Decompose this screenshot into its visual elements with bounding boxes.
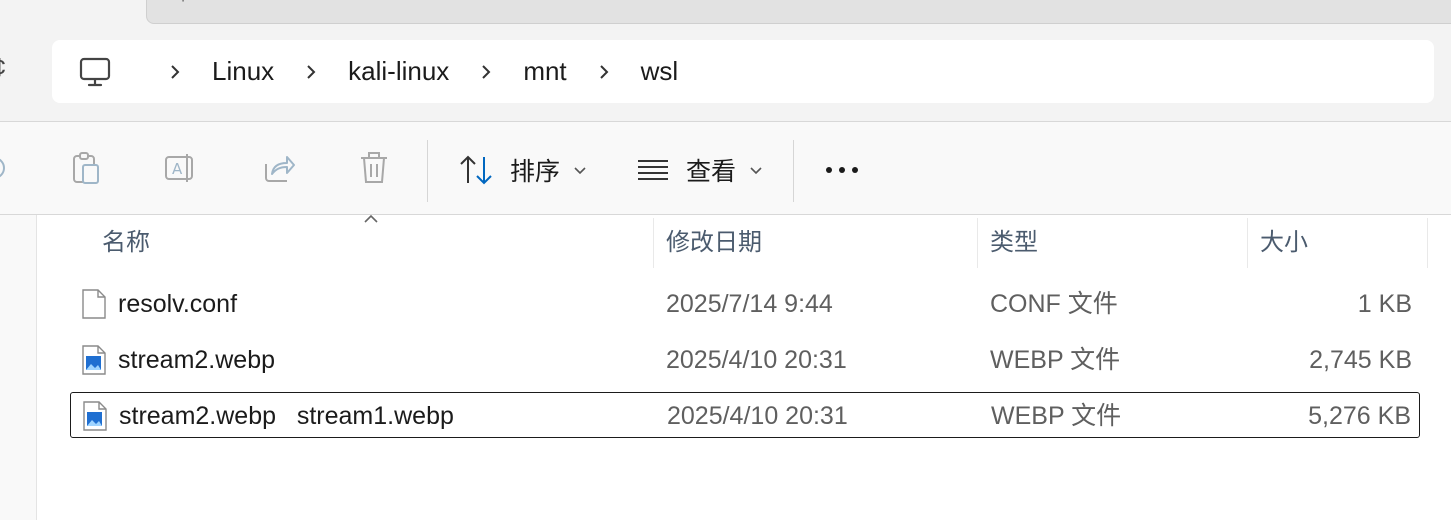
text-file-icon [82, 289, 106, 319]
navigation-glyph-icon[interactable]: ¢ [0, 52, 6, 83]
column-header-size[interactable]: 大小 [1260, 225, 1308, 265]
sort-caret-icon [364, 214, 378, 223]
file-name: stream2.webp [118, 346, 276, 374]
file-type: WEBP 文件 [991, 402, 1122, 430]
file-size: 1 KB [1357, 290, 1412, 318]
column-divider[interactable] [977, 218, 978, 268]
column-header-modified[interactable]: 修改日期 [666, 225, 762, 265]
chevron-right-icon[interactable] [479, 64, 493, 79]
chevron-down-icon [574, 167, 586, 175]
toolbar-separator [793, 140, 794, 202]
column-header-type[interactable]: 类型 [990, 225, 1038, 265]
view-button[interactable]: 查看 [636, 148, 762, 192]
column-divider[interactable] [653, 218, 654, 268]
more-options-icon[interactable] [822, 152, 862, 188]
file-name: stream2.webp stream1.webp [119, 402, 454, 430]
chevron-right-icon[interactable] [597, 64, 611, 79]
chevron-right-icon[interactable] [168, 64, 182, 79]
file-size: 5,276 KB [1308, 402, 1411, 430]
computer-icon[interactable] [78, 55, 112, 89]
view-list-icon [638, 160, 668, 180]
column-divider[interactable] [1247, 218, 1248, 268]
file-modified: 2025/7/14 9:44 [666, 290, 833, 318]
file-modified: 2025/4/10 20:31 [667, 402, 848, 430]
sort-label: 排序 [510, 158, 561, 186]
file-size: 2,745 KB [1309, 346, 1412, 374]
tab-strip: ᐧ [0, 0, 1451, 24]
chevron-right-icon[interactable] [304, 64, 318, 79]
image-file-icon [82, 345, 106, 375]
breadcrumb-item-wsl[interactable]: wsl [641, 56, 679, 87]
view-label: 查看 [686, 158, 737, 186]
breadcrumb-item-mnt[interactable]: mnt [523, 56, 566, 87]
table-row[interactable]: stream2.webp 2025/4/10 20:31 WEBP 文件 2,7… [70, 337, 1420, 383]
rename-icon[interactable]: A [163, 150, 199, 186]
delete-icon[interactable] [356, 150, 392, 186]
breadcrumb-item-linux[interactable]: Linux [212, 56, 274, 87]
tab-icon: ᐧ [181, 0, 185, 9]
chevron-down-icon [750, 167, 762, 175]
table-row[interactable]: resolv.conf 2025/7/14 9:44 CONF 文件 1 KB [70, 281, 1420, 327]
file-modified: 2025/4/10 20:31 [666, 346, 847, 374]
navigation-pane [0, 215, 36, 520]
toolbar-separator [427, 140, 428, 202]
file-type: CONF 文件 [990, 290, 1118, 318]
table-row-focused[interactable]: stream2.webp stream1.webp 2025/4/10 20:3… [70, 392, 1420, 438]
image-file-icon [83, 401, 107, 431]
tab-active[interactable]: ᐧ [146, 0, 1451, 24]
share-icon[interactable] [260, 150, 296, 186]
column-header-name[interactable]: 名称 [102, 225, 150, 265]
sort-button[interactable]: 排序 [458, 148, 586, 192]
paste-icon[interactable] [68, 150, 104, 186]
svg-text:A: A [172, 160, 183, 178]
file-type: WEBP 文件 [990, 346, 1121, 374]
sort-icon [460, 155, 492, 185]
column-divider[interactable] [1427, 218, 1428, 268]
address-bar[interactable]: Linux kali-linux mnt wsl [52, 40, 1434, 103]
cut-icon[interactable] [0, 150, 12, 186]
file-name: resolv.conf [118, 290, 238, 318]
breadcrumb-item-kali-linux[interactable]: kali-linux [348, 56, 449, 87]
